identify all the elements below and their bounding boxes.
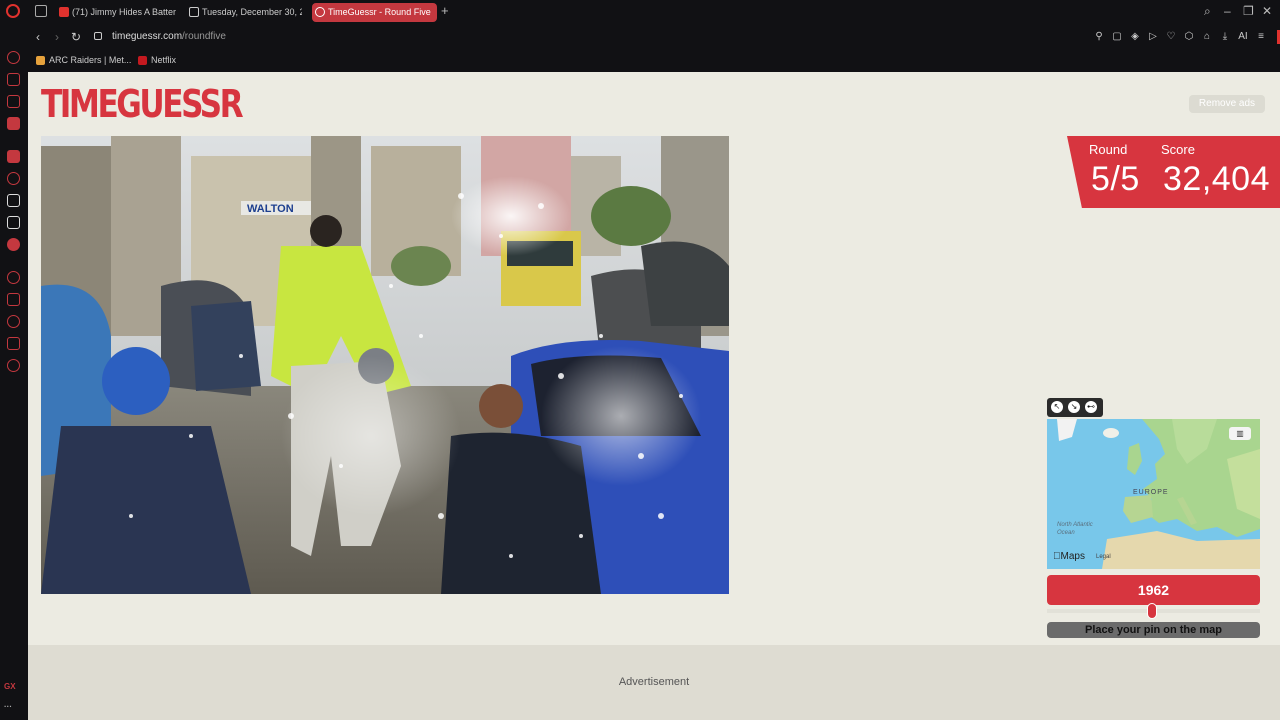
shield-icon[interactable]: ◈ [1130,30,1140,44]
more-icon[interactable]: ··· [4,702,12,711]
guess-map[interactable]: EUROPE North Atlantic Ocean Maps Legal … [1047,419,1260,569]
history-icon[interactable] [7,315,20,328]
twitch-icon[interactable] [7,150,20,163]
x-icon[interactable] [7,216,20,229]
advertisement-area: Advertisement [28,645,1280,720]
score-label: Score [1161,142,1195,157]
score-value: 32,404 [1163,160,1270,198]
back-icon[interactable]: ‹ [36,30,40,44]
flooded-street-image: WALTON [41,136,729,594]
bookmarks-bar: ARC Raiders | Met... Netflix [28,50,1280,72]
round-photo: WALTON [41,136,729,594]
pin-icon[interactable]: ⚲ [1094,30,1104,44]
year-display: 1962 [1047,575,1260,605]
netflix-icon [138,56,147,65]
tab-bar: (71) Jimmy Hides A Battery... Tuesday, D… [0,0,1280,25]
round-value: 5/5 [1091,160,1140,198]
opera-logo-icon[interactable] [6,4,20,18]
download-icon[interactable]: ⤓ [1220,30,1230,44]
gmail-icon[interactable] [7,117,20,130]
svg-text:WALTON: WALTON [247,203,294,215]
tab-youtube[interactable]: (71) Jimmy Hides A Battery... [56,3,176,22]
tab-label: TimeGuessr - Round Five [328,7,431,17]
extensions-sidebar-icon[interactable] [7,337,20,350]
apple-icon:  [1053,551,1061,562]
news-icon[interactable] [7,95,20,108]
youtube-icon [59,7,69,17]
extensions-icon[interactable]: ⬡ [1184,30,1194,44]
lock-icon[interactable] [94,32,102,40]
apple-maps-brand: Maps [1053,551,1085,562]
page-icon [189,7,199,17]
globe-icon [315,7,325,17]
bookmark-label: Netflix [151,55,177,65]
timeguessr-logo[interactable]: TIMEGUESSR [41,82,244,126]
url-field[interactable]: timeguessr.com/roundfive [112,31,226,42]
tab-date[interactable]: Tuesday, December 30, 2... [186,3,302,22]
map-size-controls: ↖ ↘ ⊷ [1047,398,1103,417]
bookmark-netflix[interactable]: Netflix [138,54,176,67]
minimize-icon[interactable]: – [1224,4,1231,18]
remove-ads-button[interactable]: Remove ads [1189,95,1265,113]
url-path: /roundfive [182,31,226,42]
close-icon[interactable]: ✕ [1262,4,1272,18]
play-icon[interactable]: ▷ [1148,30,1158,44]
timeguessr-page: TIMEGUESSR Remove ads WALTON Round 5/5 S… [28,72,1280,720]
bookmark-favicon-icon [36,56,45,65]
map-legal-link[interactable]: Legal [1096,554,1111,560]
address-bar: ‹ › ↻ timeguessr.com/roundfive ⚲ ▢ ◈ ▷ ♡… [28,25,1280,50]
restore-icon[interactable]: ❐ [1243,4,1254,18]
new-tab-button[interactable]: + [441,4,449,18]
tab-label: (71) Jimmy Hides A Battery... [72,7,176,17]
bookmark-arc-raiders[interactable]: ARC Raiders | Met... [36,54,131,67]
gx-badge[interactable]: GX [4,682,16,691]
map-region-label: EUROPE [1133,489,1169,496]
advertisement-label: Advertisement [618,676,690,688]
heart-icon[interactable]: ♡ [1166,30,1176,44]
flow-icon[interactable] [7,73,20,86]
browser-sidebar: GX ··· [0,25,28,720]
map-ocean-label: North Atlantic Ocean [1057,522,1093,536]
tab-label: Tuesday, December 30, 2... [202,7,302,17]
place-pin-button[interactable]: Place your pin on the map [1047,622,1260,638]
workspaces-icon[interactable] [35,5,47,17]
music-icon[interactable] [7,238,20,251]
shrink-map-icon[interactable]: ↘ [1068,401,1080,413]
speed-dial-icon[interactable] [7,51,20,64]
expand-map-icon[interactable]: ↖ [1051,401,1063,413]
tab-timeguessr[interactable]: TimeGuessr - Round Five [312,3,437,22]
round-label: Round [1089,142,1128,157]
tiktok-icon[interactable] [7,194,20,207]
bookmarks-icon[interactable] [7,293,20,306]
toolbar-icons: ⚲ ▢ ◈ ▷ ♡ ⬡ ⌂ ⤓ AI ≡ [1094,30,1266,44]
score-card: Round 5/5 Score 32,404 [1067,136,1280,208]
pin-map-icon[interactable]: ⊷ [1085,401,1097,413]
forward-icon[interactable]: › [55,30,59,44]
menu-icon[interactable]: ≡ [1256,30,1266,44]
ai-button[interactable]: AI [1238,30,1248,44]
instagram-icon[interactable] [7,172,20,185]
bookmark-label: ARC Raiders | Met... [49,55,132,65]
url-domain: timeguessr.com [112,31,183,42]
year-slider-thumb[interactable] [1147,603,1157,619]
wallet-icon[interactable]: ⌂ [1202,30,1212,44]
reload-icon[interactable]: ↻ [71,30,81,44]
player-icon[interactable] [7,271,20,284]
settings-icon[interactable] [7,359,20,372]
search-icon[interactable]: ⌕ [1204,4,1211,18]
snapshot-icon[interactable]: ▢ [1112,30,1122,44]
map-mode-icon[interactable]: ▥ [1229,427,1251,440]
